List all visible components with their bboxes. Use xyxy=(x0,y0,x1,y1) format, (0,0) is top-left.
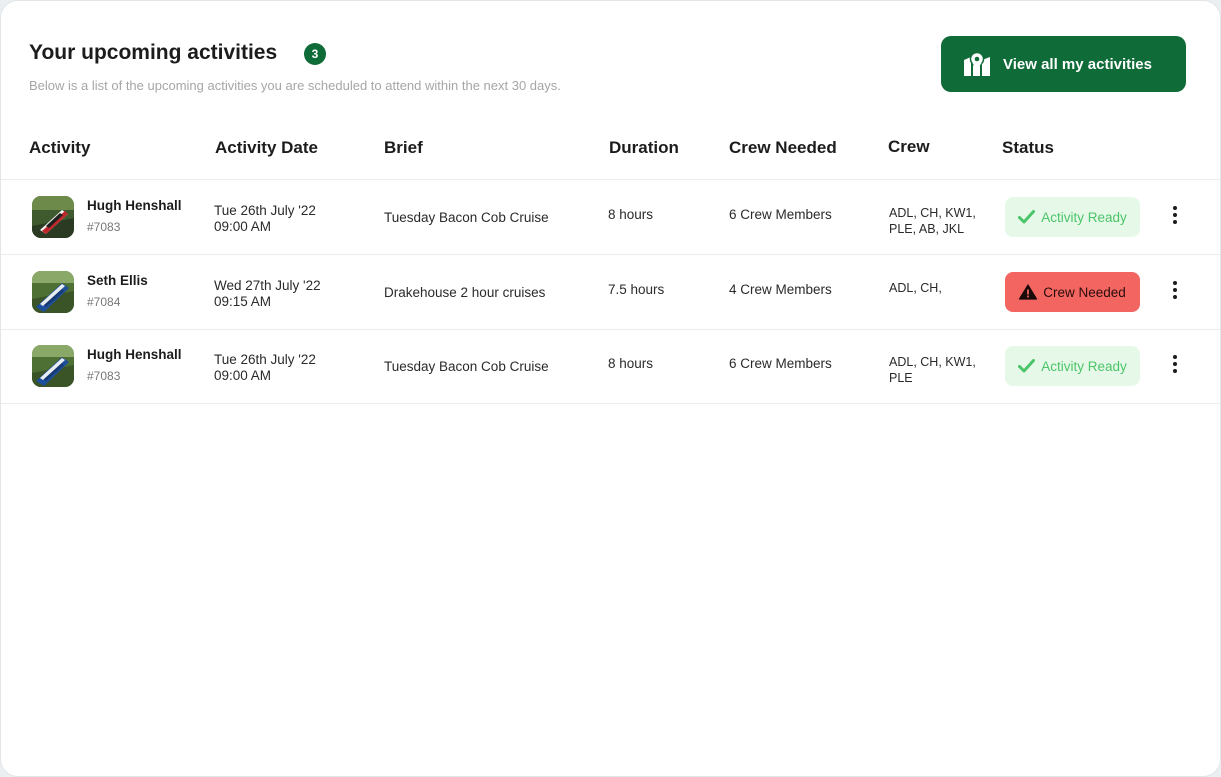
activity-ref: #7083 xyxy=(87,220,121,234)
warning-icon xyxy=(1019,284,1038,300)
page-subtitle: Below is a list of the upcoming activiti… xyxy=(29,78,561,93)
activity-crew-needed: 4 Crew Members xyxy=(729,282,832,297)
table-row[interactable]: Hugh Henshall #7083 Tue 26th July '22 09… xyxy=(1,180,1220,254)
activity-brief: Tuesday Bacon Cob Cruise xyxy=(384,359,549,374)
column-header-activity: Activity xyxy=(29,138,91,157)
activity-time: 09:00 AM xyxy=(214,368,272,383)
column-header-crew-needed: Crew Needed xyxy=(729,138,837,157)
status-badge: Activity Ready xyxy=(1005,197,1140,237)
activity-crew-line1: ADL, CH, KW1, xyxy=(889,206,976,220)
map-pin-icon xyxy=(963,51,991,77)
column-header-duration: Duration xyxy=(609,138,679,157)
row-menu-button[interactable] xyxy=(1164,351,1186,381)
more-vertical-icon xyxy=(1172,280,1178,305)
column-header-activity-date: Activity Date xyxy=(215,138,318,157)
row-divider xyxy=(1,403,1220,404)
boat-thumbnail xyxy=(32,271,74,313)
activity-duration: 7.5 hours xyxy=(608,282,665,297)
column-header-brief: Brief xyxy=(384,138,423,157)
boat-thumbnail xyxy=(32,196,74,238)
view-all-activities-label: View all my activities xyxy=(1003,55,1152,73)
status-label: Activity Ready xyxy=(1041,358,1127,374)
activity-ref: #7083 xyxy=(87,369,121,383)
activity-brief: Tuesday Bacon Cob Cruise xyxy=(384,210,549,225)
activity-name: Hugh Henshall xyxy=(87,347,182,362)
activity-crew-line2: PLE, AB, JKL xyxy=(889,222,965,236)
page-title: Your upcoming activities xyxy=(29,41,278,64)
check-icon xyxy=(1018,210,1036,224)
boat-thumbnail xyxy=(32,345,74,387)
row-menu-button[interactable] xyxy=(1164,277,1186,307)
activity-crew-line1: ADL, CH, xyxy=(889,281,942,295)
activity-duration: 8 hours xyxy=(608,356,654,371)
activity-date: Wed 27th July '22 xyxy=(214,278,321,293)
status-label: Crew Needed xyxy=(1043,284,1126,300)
activity-time: 09:00 AM xyxy=(214,219,272,234)
activity-brief: Drakehouse 2 hour cruises xyxy=(384,285,546,300)
more-vertical-icon xyxy=(1172,354,1178,379)
view-all-activities-button[interactable]: View all my activities xyxy=(941,36,1186,92)
upcoming-activities-card: Your upcoming activities 3 Below is a li… xyxy=(0,0,1221,777)
column-header-status: Status xyxy=(1002,138,1054,157)
activity-crew-needed: 6 Crew Members xyxy=(729,207,832,222)
activity-ref: #7084 xyxy=(87,295,121,309)
table-row[interactable]: Seth Ellis #7084 Wed 27th July '22 09:15… xyxy=(1,255,1220,329)
activity-duration: 8 hours xyxy=(608,207,654,222)
activity-count-badge: 3 xyxy=(304,43,326,65)
table-row[interactable]: Hugh Henshall #7083 Tue 26th July '22 09… xyxy=(1,329,1220,403)
row-menu-button[interactable] xyxy=(1164,202,1186,232)
check-icon xyxy=(1018,359,1036,373)
activity-crew-line1: ADL, CH, KW1, xyxy=(889,355,976,369)
status-badge: Crew Needed xyxy=(1005,272,1140,312)
activity-crew-line2: PLE xyxy=(889,371,913,385)
column-header-crew: Crew xyxy=(888,137,930,156)
more-vertical-icon xyxy=(1172,205,1178,230)
status-badge: Activity Ready xyxy=(1005,346,1140,386)
activity-crew-needed: 6 Crew Members xyxy=(729,356,832,371)
activity-time: 09:15 AM xyxy=(214,294,272,309)
activity-date: Tue 26th July '22 xyxy=(214,203,316,218)
status-label: Activity Ready xyxy=(1041,209,1127,225)
activity-name: Hugh Henshall xyxy=(87,198,182,213)
activity-date: Tue 26th July '22 xyxy=(214,352,316,367)
activity-name: Seth Ellis xyxy=(87,273,148,288)
